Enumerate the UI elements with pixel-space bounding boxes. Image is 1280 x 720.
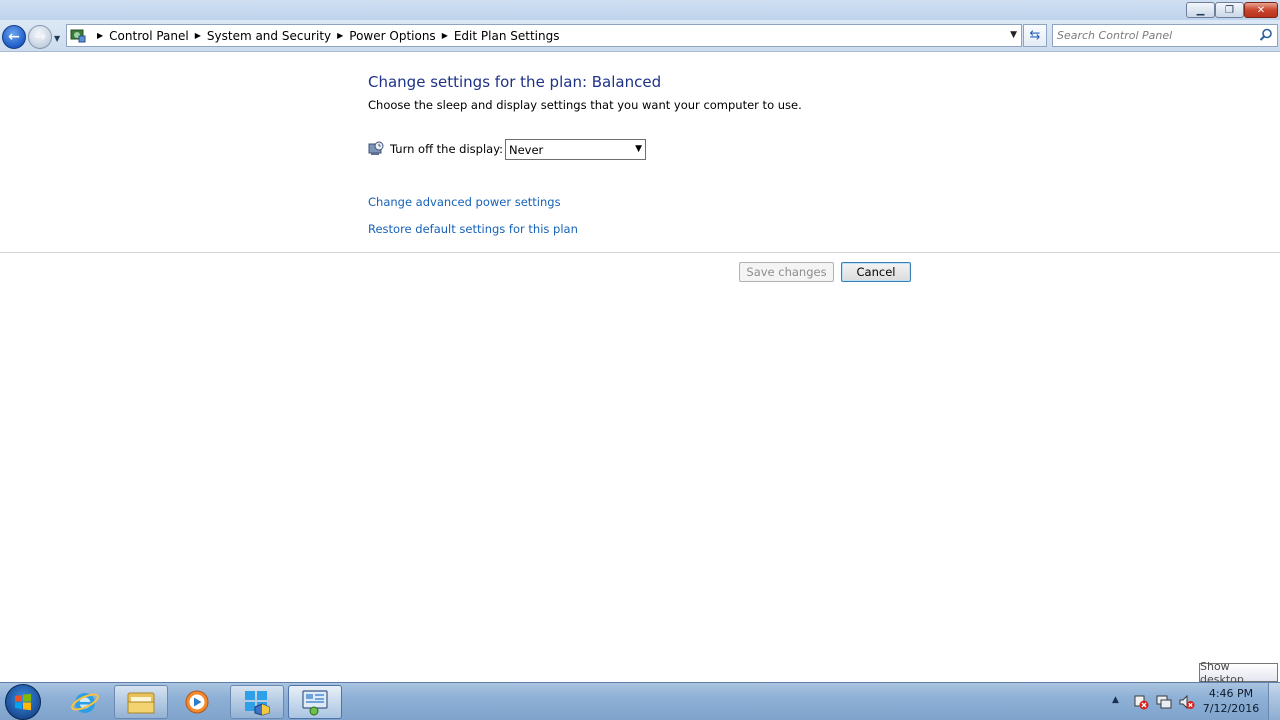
show-hidden-icons-icon[interactable]: ▲ <box>1112 695 1119 705</box>
navigation-bar: ← → ▼ ▶ Control Panel ▶ System and Secur… <box>0 20 1280 52</box>
windows-logo-icon <box>15 693 31 711</box>
start-button[interactable] <box>5 684 41 720</box>
show-desktop-button[interactable] <box>1268 683 1280 720</box>
close-button[interactable]: ✕ <box>1244 2 1278 18</box>
address-dropdown-icon[interactable]: ▼ <box>1010 30 1017 40</box>
clock-time: 4:46 PM <box>1208 687 1254 700</box>
refresh-button[interactable]: ⇆ <box>1023 24 1047 47</box>
internet-explorer-icon <box>71 693 99 713</box>
folder-icon <box>127 692 155 714</box>
back-arrow-icon: ← <box>8 29 20 45</box>
taskbar-control-panel[interactable] <box>288 685 342 719</box>
search-box[interactable] <box>1052 24 1278 47</box>
taskbar-media-player[interactable] <box>170 685 224 719</box>
restore-icon: ❐ <box>1225 4 1234 16</box>
action-center-error-icon[interactable] <box>1133 694 1149 710</box>
minimize-icon: ▁ <box>1196 4 1205 16</box>
breadcrumb: ▶ Control Panel ▶ System and Security ▶ … <box>91 25 559 46</box>
control-panel-icon <box>70 29 86 43</box>
chevron-right-icon[interactable]: ▶ <box>195 31 201 40</box>
minimize-button[interactable]: ▁ <box>1186 2 1215 18</box>
system-clock[interactable]: 4:46 PM 7/12/2016 <box>1196 686 1266 716</box>
search-input[interactable] <box>1057 27 1253 44</box>
back-button[interactable]: ← <box>2 25 26 49</box>
breadcrumb-power-options[interactable]: Power Options <box>349 29 435 43</box>
breadcrumb-edit-plan-settings[interactable]: Edit Plan Settings <box>454 29 560 43</box>
forward-button[interactable]: → <box>28 25 52 49</box>
save-changes-button[interactable]: Save changes <box>739 262 834 282</box>
restore-default-settings-link[interactable]: Restore default settings for this plan <box>368 222 578 236</box>
turn-off-display-value: Never <box>509 143 544 157</box>
page-title: Change settings for the plan: Balanced <box>368 73 662 91</box>
chevron-right-icon[interactable]: ▶ <box>442 31 448 40</box>
show-desktop-tooltip: Show desktop <box>1199 660 1278 686</box>
media-player-icon <box>185 690 209 714</box>
control-panel-taskbar-icon <box>302 690 328 716</box>
window-title-bar: ▁ ❐ ✕ <box>0 0 1280 20</box>
cancel-button[interactable]: Cancel <box>841 262 911 282</box>
dropdown-arrow-icon: ▼ <box>635 144 642 154</box>
monitor-clock-icon <box>368 141 384 155</box>
windows-update-icon <box>245 691 270 716</box>
taskbar-internet-explorer[interactable] <box>58 685 112 719</box>
breadcrumb-system-and-security[interactable]: System and Security <box>207 29 331 43</box>
refresh-icon: ⇆ <box>1029 28 1041 43</box>
taskbar-windows-explorer[interactable] <box>114 685 168 719</box>
turn-off-display-label: Turn off the display: <box>390 142 504 156</box>
clock-date: 7/12/2016 <box>1202 702 1260 715</box>
recent-pages-dropdown-icon[interactable]: ▼ <box>54 34 60 43</box>
address-bar[interactable]: ▶ Control Panel ▶ System and Security ▶ … <box>66 24 1022 47</box>
network-icon[interactable] <box>1156 694 1172 710</box>
restore-button[interactable]: ❐ <box>1215 2 1244 18</box>
divider <box>0 252 1280 253</box>
search-icon[interactable] <box>1259 28 1273 42</box>
main-content: Change settings for the plan: Balanced C… <box>0 53 1280 682</box>
forward-arrow-icon: → <box>34 29 46 45</box>
change-advanced-power-settings-link[interactable]: Change advanced power settings <box>368 195 561 209</box>
taskbar: ▲ 4:46 PM 7/12/2016 <box>0 682 1280 720</box>
taskbar-windows-update[interactable] <box>230 685 284 719</box>
turn-off-display-select[interactable]: Never ▼ <box>505 139 646 160</box>
close-icon: ✕ <box>1256 4 1266 16</box>
page-subtitle: Choose the sleep and display settings th… <box>368 98 802 112</box>
breadcrumb-control-panel[interactable]: Control Panel <box>109 29 189 43</box>
chevron-right-icon[interactable]: ▶ <box>97 31 103 40</box>
chevron-right-icon[interactable]: ▶ <box>337 31 343 40</box>
volume-muted-icon[interactable] <box>1179 694 1195 710</box>
